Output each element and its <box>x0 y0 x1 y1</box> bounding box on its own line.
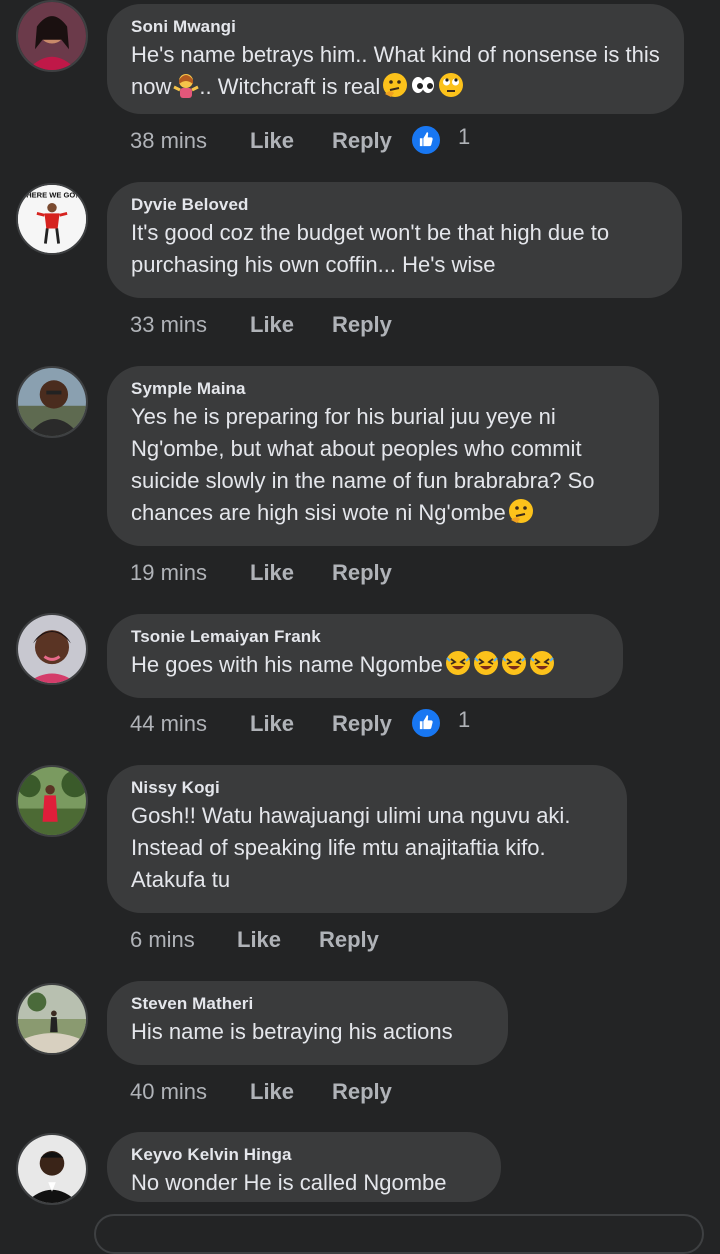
avatar-caption: HERE WE GO! <box>26 190 78 199</box>
like-button[interactable]: Like <box>250 560 294 586</box>
avatar[interactable] <box>16 983 88 1055</box>
comment-bubble: Nissy Kogi Gosh!! Watu hawajuangi ulimi … <box>107 765 627 913</box>
reply-button[interactable]: Reply <box>332 1079 392 1105</box>
comment-text: He goes with his name Ngombe <box>131 649 599 681</box>
comment-actions: 40 mins Like Reply <box>130 1079 530 1109</box>
rofl-emoji-icon <box>473 650 499 676</box>
reply-button[interactable]: Reply <box>332 128 392 154</box>
comment-text: Yes he is preparing for his burial juu y… <box>131 404 595 525</box>
rofl-emoji-icon <box>529 650 555 676</box>
rofl-emoji-icon <box>445 650 471 676</box>
comment-time[interactable]: 6 mins <box>130 927 195 953</box>
like-reaction-icon[interactable] <box>410 707 442 739</box>
reaction-count[interactable]: 1 <box>458 707 470 733</box>
comment-bubble: Steven Matheri His name is betraying his… <box>107 981 508 1065</box>
comment-text: No wonder He is called Ngombe <box>131 1170 447 1195</box>
eye-roll-emoji-icon <box>438 72 464 98</box>
reaction-count[interactable]: 1 <box>458 124 470 150</box>
comment-author[interactable]: Soni Mwangi <box>131 17 660 37</box>
avatar[interactable] <box>16 0 88 72</box>
comment-bubble: Keyvo Kelvin Hinga No wonder He is calle… <box>107 1132 501 1202</box>
comment-text: Gosh!! Watu hawajuangi ulimi una nguvu a… <box>131 803 571 892</box>
comment-time[interactable]: 38 mins <box>130 128 207 154</box>
like-button[interactable]: Like <box>250 711 294 737</box>
comment-author[interactable]: Symple Maina <box>131 379 635 399</box>
comment-actions: 44 mins Like Reply 1 <box>130 707 690 741</box>
comment-actions: 6 mins Like Reply <box>130 927 530 957</box>
comment-author[interactable]: Steven Matheri <box>131 994 484 1014</box>
avatar[interactable]: HERE WE GO! <box>16 183 88 255</box>
like-reaction-icon[interactable] <box>410 124 442 156</box>
like-button[interactable]: Like <box>250 1079 294 1105</box>
comment-author[interactable]: Keyvo Kelvin Hinga <box>131 1145 477 1165</box>
comment-bubble: Soni Mwangi He's name betrays him.. What… <box>107 4 684 114</box>
comment-actions: 33 mins Like Reply <box>130 312 530 342</box>
woman-shrugging-emoji-icon <box>173 72 200 98</box>
reply-button[interactable]: Reply <box>332 312 392 338</box>
like-button[interactable]: Like <box>237 927 281 953</box>
reply-button[interactable]: Reply <box>332 560 392 586</box>
comment-bubble: Tsonie Lemaiyan Frank He goes with his n… <box>107 614 623 698</box>
avatar[interactable] <box>16 366 88 438</box>
comment-author[interactable]: Dyvie Beloved <box>131 195 658 215</box>
rofl-emoji-icon <box>501 650 527 676</box>
comment-time[interactable]: 19 mins <box>130 560 207 586</box>
like-button[interactable]: Like <box>250 128 294 154</box>
comment-time[interactable]: 33 mins <box>130 312 207 338</box>
comment-bubble: Dyvie Beloved It's good coz the budget w… <box>107 182 682 298</box>
comment-actions: 38 mins Like Reply 1 <box>130 124 690 158</box>
avatar[interactable] <box>16 613 88 685</box>
reply-button[interactable]: Reply <box>332 711 392 737</box>
comment-input-bar[interactable] <box>94 1214 704 1254</box>
comment-bubble: Symple Maina Yes he is preparing for his… <box>107 366 659 546</box>
comment-time[interactable]: 40 mins <box>130 1079 207 1105</box>
thinking-emoji-icon <box>382 72 408 98</box>
avatar[interactable] <box>16 1133 88 1205</box>
comment-actions: 19 mins Like Reply <box>130 560 530 590</box>
eyes-emoji-icon <box>410 72 436 98</box>
comment-time[interactable]: 44 mins <box>130 711 207 737</box>
reply-button[interactable]: Reply <box>319 927 379 953</box>
comment-author[interactable]: Nissy Kogi <box>131 778 603 798</box>
avatar[interactable] <box>16 765 88 837</box>
thinking-emoji-icon <box>508 498 534 524</box>
comment-author[interactable]: Tsonie Lemaiyan Frank <box>131 627 599 647</box>
like-button[interactable]: Like <box>250 312 294 338</box>
comment-text: He's name betrays him.. What kind of non… <box>131 42 660 99</box>
comment-text: His name is betraying his actions <box>131 1019 453 1044</box>
comment-text: It's good coz the budget won't be that h… <box>131 220 610 277</box>
